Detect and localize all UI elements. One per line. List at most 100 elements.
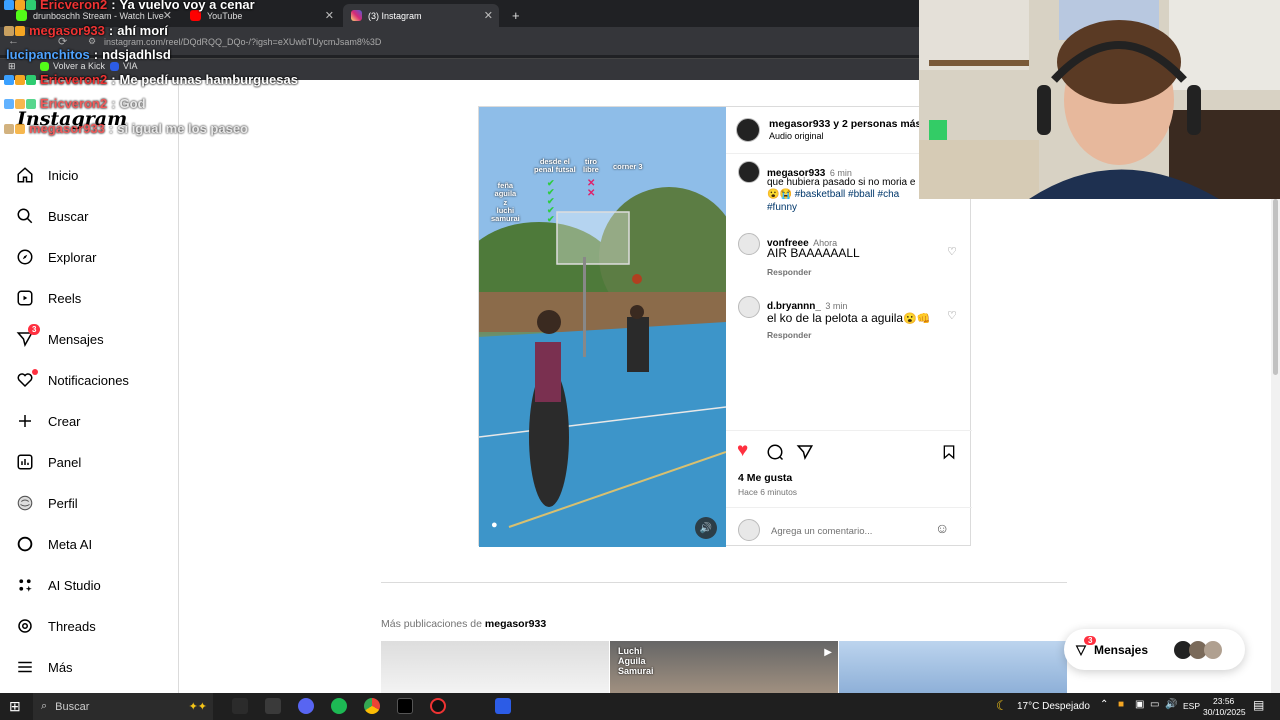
thumb-overlay: Luchi Aguila Samurai [618, 646, 654, 676]
nav-threads[interactable]: Threads [16, 617, 96, 635]
pill-label: Mensajes [1094, 642, 1149, 657]
spotify-icon[interactable] [331, 698, 347, 714]
apps-icon[interactable]: ⊞ [8, 61, 16, 72]
nav-label: Reels [48, 290, 82, 306]
nav-mas[interactable]: Más [16, 658, 73, 676]
weather-text[interactable]: 17°C Despejado [1017, 701, 1090, 712]
more-posts-prefix: Más publicaciones de [381, 618, 485, 630]
pill-avatars [1174, 640, 1223, 659]
author-avatar[interactable] [736, 118, 760, 142]
reel-video[interactable]: feña aguila z luchi samurai desde el pen… [479, 107, 726, 547]
emoji-picker-icon[interactable]: ☺ [935, 520, 949, 536]
like-comment-icon[interactable]: ♡ [947, 245, 957, 258]
post-audio[interactable]: Audio original [769, 131, 824, 141]
court-scene [479, 107, 726, 547]
comment-input[interactable]: Agrega un comentario... [771, 526, 872, 537]
nav-buscar[interactable]: Buscar [16, 207, 88, 225]
share-icon[interactable] [796, 443, 814, 461]
nav-mensajes[interactable]: 3 Mensajes [16, 324, 104, 348]
nav-label: Crear [48, 413, 81, 429]
post-thumbnail[interactable] [839, 641, 1067, 693]
post-thumbnail[interactable]: Luchi Aguila Samurai ▶ [610, 641, 838, 693]
tray-battery-icon[interactable]: ▭ [1150, 699, 1159, 710]
nav-label: Inicio [48, 167, 79, 183]
bookmark-via[interactable]: VIA [110, 61, 138, 71]
more-posts-user[interactable]: megasor933 [485, 618, 546, 630]
reply-button[interactable]: Responder [767, 267, 811, 277]
comment-icon[interactable] [766, 443, 784, 461]
capcut-icon[interactable] [265, 698, 281, 714]
tagged-user-icon[interactable]: ● [491, 519, 498, 531]
liked-heart-icon[interactable]: ♥ [737, 440, 748, 462]
capcut-alt-icon[interactable] [397, 698, 413, 714]
chat-badges [4, 0, 36, 10]
nav-crear[interactable]: Crear [16, 412, 81, 430]
taskbar-search[interactable]: ⌕ Buscar ✦✦ [33, 693, 213, 720]
threads-icon [18, 619, 32, 633]
clock-date[interactable]: 30/10/2025 [1203, 707, 1246, 717]
tab-title: YouTube [207, 10, 243, 21]
nav-label: Mensajes [48, 331, 104, 347]
task-view-icon[interactable] [232, 698, 248, 714]
close-icon[interactable]: ✕ [484, 9, 493, 22]
close-icon[interactable]: ✕ [325, 9, 334, 22]
compass-icon [17, 249, 33, 265]
caption-avatar[interactable] [738, 161, 760, 183]
tray-chevron-icon[interactable]: ⌃ [1100, 699, 1108, 710]
bookmark-kick[interactable]: Volver a Kick [40, 61, 105, 71]
post-author[interactable]: megasor933 y 2 personas más [769, 118, 921, 130]
clock-time[interactable]: 23:56 [1213, 696, 1234, 706]
url-field[interactable]: instagram.com/reel/DQdRQQ_DQo-/?igsh=eXU… [104, 37, 381, 47]
overlay-col3: corner 3 [613, 162, 643, 171]
avatar-icon [17, 495, 33, 511]
post-thumbnail[interactable] [381, 641, 609, 693]
volume-icon[interactable]: 🔊 [695, 517, 717, 539]
comment-avatar[interactable] [738, 233, 760, 255]
nav-inicio[interactable]: Inicio [16, 166, 78, 184]
tab-title: drunboschh Stream - Watch Live [33, 10, 164, 21]
discord-icon[interactable] [298, 698, 314, 714]
messages-badge: 3 [28, 324, 41, 335]
nav-panel[interactable]: Panel [16, 453, 81, 471]
nav-label: Buscar [48, 208, 89, 224]
nav-reels[interactable]: Reels [16, 289, 81, 307]
nav-explorar[interactable]: Explorar [16, 248, 96, 266]
volume-tray-icon[interactable]: 🔊 [1165, 699, 1177, 710]
more-posts-heading: Más publicaciones de megasor933 [381, 618, 546, 630]
reply-button[interactable]: Responder [767, 330, 811, 340]
post-time: Hace 6 minutos [738, 487, 798, 497]
obs-icon[interactable] [430, 698, 446, 714]
badge-icon [26, 98, 36, 109]
chat-message: lucipanchitos: ndsjadhlsd [6, 47, 171, 62]
nav-perfil[interactable]: Perfil [16, 494, 78, 512]
scrollbar-thumb[interactable] [1273, 199, 1278, 375]
my-avatar [738, 519, 760, 541]
caption-tags2[interactable]: #funny [767, 202, 797, 213]
tray-network-icon[interactable]: ▣ [1135, 699, 1144, 710]
save-icon[interactable] [941, 443, 957, 461]
new-tab-button[interactable]: + [504, 4, 524, 27]
caption-tags-line: 😮😭 #basketball #bball #cha [767, 189, 900, 200]
ai-studio-icon [19, 579, 32, 592]
tray-app-icon[interactable]: ■ [1118, 699, 1124, 710]
nav-label: Panel [48, 454, 82, 470]
likes-count[interactable]: 4 Me gusta [738, 472, 792, 484]
chrome-icon[interactable] [364, 698, 380, 714]
language-indicator[interactable]: ESP [1183, 701, 1200, 711]
nav-meta-ai[interactable]: Meta AI [16, 535, 92, 553]
overlay-names: feña aguila z luchi samurai [491, 181, 520, 223]
notifications-icon[interactable]: ▤ [1253, 698, 1264, 712]
chat-text: Me pedí unas hamburguesas [119, 72, 298, 87]
windows-start-icon[interactable]: ⊞ [9, 698, 21, 715]
badge-icon [15, 98, 25, 109]
comment-avatar[interactable] [738, 296, 760, 318]
app-icon[interactable] [495, 698, 511, 714]
nav-notificaciones[interactable]: Notificaciones [16, 369, 129, 389]
tab-title: (3) Instagram [368, 10, 422, 21]
reel-post: feña aguila z luchi samurai desde el pen… [478, 106, 972, 547]
like-comment-icon[interactable]: ♡ [947, 309, 957, 322]
messages-pill[interactable]: ▽ 3 Mensajes [1064, 629, 1245, 670]
tab-instagram[interactable]: (3) Instagram ✕ [343, 4, 499, 27]
caption-tags[interactable]: #basketball #bball #cha [795, 189, 900, 200]
nav-ai-studio[interactable]: AI Studio [16, 576, 101, 594]
